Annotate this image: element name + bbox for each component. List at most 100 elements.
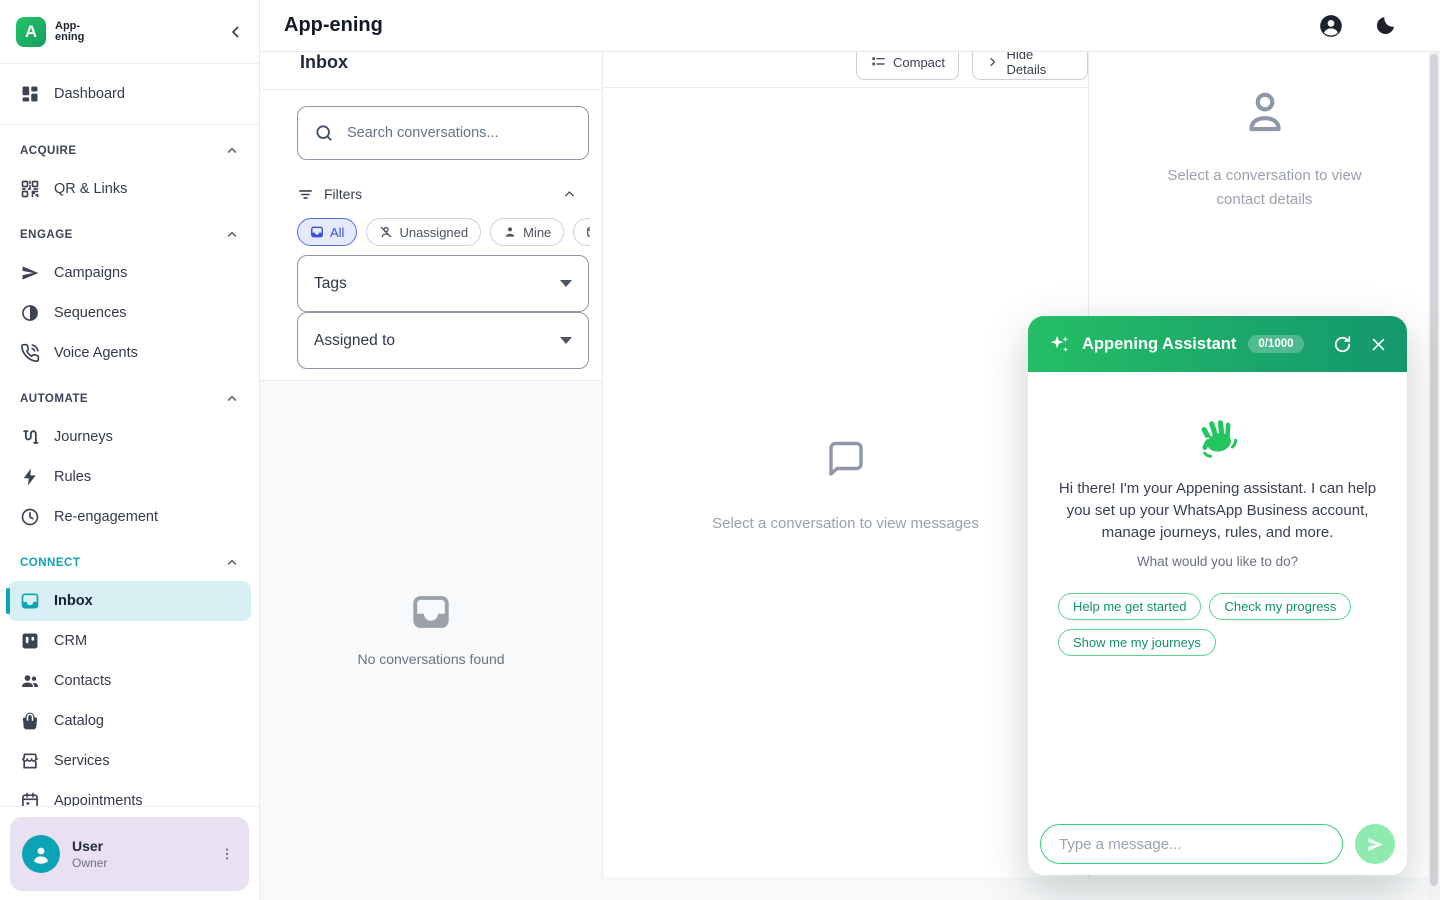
sidebar-item-crm[interactable]: CRM	[8, 621, 251, 661]
suggestion-get-started[interactable]: Help me get started	[1058, 593, 1201, 620]
sidebar-section-automate[interactable]: AUTOMATE	[8, 387, 251, 411]
sidebar-item-contacts[interactable]: Contacts	[8, 661, 251, 701]
sidebar-item-label: Rules	[54, 469, 91, 485]
chat-icon	[310, 225, 324, 239]
assistant-widget: Appening Assistant 0/1000	[1028, 316, 1407, 875]
user-meta: User Owner	[72, 838, 107, 870]
filters-collapse-button[interactable]	[562, 187, 577, 202]
user-card[interactable]: User Owner	[10, 817, 249, 891]
dashboard-icon	[20, 84, 40, 104]
sidebar-item-rules[interactable]: Rules	[8, 457, 251, 497]
chevron-up-icon	[225, 228, 239, 242]
tags-select[interactable]: Tags	[297, 255, 589, 312]
waving-hand-icon	[1028, 412, 1407, 460]
sidebar-item-label: QR & Links	[54, 181, 127, 197]
sidebar-item-qr-links[interactable]: QR & Links	[8, 169, 251, 209]
search-input[interactable]: Search conversations...	[297, 106, 589, 160]
app-logo-text: App- ening	[55, 21, 84, 43]
sidebar-nav: Dashboard ACQUIRE QR & Links ENGAGE Camp…	[0, 64, 259, 806]
messages-empty-state: Select a conversation to view messages	[603, 88, 1088, 877]
sidebar-section-acquire[interactable]: ACQUIRE	[8, 139, 251, 163]
assistant-refresh-button[interactable]	[1333, 335, 1352, 354]
caret-down-icon	[560, 337, 572, 344]
filter-chip-unread[interactable]: Unread	[573, 218, 590, 246]
user-slash-icon	[379, 225, 393, 239]
sidebar-item-campaigns[interactable]: Campaigns	[8, 253, 251, 293]
suggestion-show-journeys[interactable]: Show me my journeys	[1058, 629, 1216, 656]
sidebar-item-label: Re-engagement	[54, 509, 158, 525]
page-scrollbar-track[interactable]	[1428, 52, 1440, 900]
inbox-panel-header: Inbox	[260, 52, 602, 90]
message-bubble-icon	[820, 433, 872, 485]
sidebar-item-label: Contacts	[54, 673, 111, 689]
sidebar-item-label: Services	[54, 753, 110, 769]
compact-button[interactable]: Compact	[856, 52, 959, 80]
bolt-icon	[20, 467, 40, 487]
sidebar-item-services[interactable]: Services	[8, 741, 251, 781]
top-header: App-ening	[260, 0, 1440, 52]
sidebar-collapse-button[interactable]	[227, 23, 245, 41]
sidebar: A App- ening Dashboard ACQUIRE QR & Link…	[0, 0, 260, 900]
sidebar-item-label: Inbox	[54, 593, 93, 609]
assigned-to-select[interactable]: Assigned to	[297, 312, 589, 369]
person-icon	[29, 842, 53, 866]
assistant-title: Appening Assistant	[1082, 335, 1236, 354]
no-conversations-text: No conversations found	[357, 651, 504, 667]
page-scrollbar-thumb[interactable]	[1430, 54, 1438, 886]
sidebar-section-connect[interactable]: CONNECT	[8, 551, 251, 575]
divider	[0, 124, 259, 125]
send-icon	[20, 263, 40, 283]
filter-chips: All Unassigned Mine Unread	[297, 218, 590, 246]
send-button[interactable]	[1355, 824, 1395, 864]
assistant-message-input[interactable]: Type a message...	[1040, 824, 1343, 864]
qr-code-icon	[20, 179, 40, 199]
app-logo-letter: A	[25, 22, 37, 42]
user-icon	[503, 225, 517, 239]
storefront-icon	[20, 751, 40, 771]
phone-icon	[20, 343, 40, 363]
sidebar-section-engage[interactable]: ENGAGE	[8, 223, 251, 247]
sidebar-item-appointments[interactable]: Appointments	[8, 781, 251, 806]
sidebar-item-journeys[interactable]: Journeys	[8, 417, 251, 457]
route-icon	[20, 427, 40, 447]
search-icon	[314, 123, 334, 143]
sidebar-item-sequences[interactable]: Sequences	[8, 293, 251, 333]
refresh-icon	[1333, 335, 1352, 354]
filters-label: Filters	[324, 186, 362, 202]
sidebar-item-voice-agents[interactable]: Voice Agents	[8, 333, 251, 373]
assistant-input-bar: Type a message...	[1028, 824, 1407, 875]
sidebar-item-label: Campaigns	[54, 265, 127, 281]
caret-down-icon	[560, 280, 572, 287]
account-circle-icon	[1318, 13, 1344, 39]
sidebar-item-catalog[interactable]: Catalog	[8, 701, 251, 741]
close-icon	[1370, 336, 1387, 353]
sequence-icon	[20, 303, 40, 323]
kanban-icon	[20, 631, 40, 651]
sidebar-item-dashboard[interactable]: Dashboard	[8, 74, 251, 114]
assistant-input-placeholder: Type a message...	[1059, 836, 1182, 853]
chevron-up-icon	[225, 392, 239, 406]
account-button[interactable]	[1318, 13, 1344, 39]
page-title: App-ening	[284, 14, 383, 37]
inbox-list-panel: Inbox Search conversations... Filters Al…	[260, 52, 603, 877]
filter-chip-unassigned[interactable]: Unassigned	[366, 218, 481, 246]
chevron-up-icon	[225, 556, 239, 570]
inbox-icon	[20, 591, 40, 611]
filter-chip-mine[interactable]: Mine	[490, 218, 564, 246]
assistant-suggestions: Help me get started Check my progress Sh…	[1058, 593, 1377, 656]
sidebar-item-inbox[interactable]: Inbox	[8, 581, 251, 621]
sidebar-item-label: Appointments	[54, 793, 143, 806]
assistant-greeting: Hi there! I'm your Appening assistant. I…	[1054, 478, 1381, 544]
user-menu-button[interactable]	[215, 842, 239, 866]
dark-mode-toggle[interactable]	[1374, 14, 1397, 37]
assistant-close-button[interactable]	[1370, 336, 1387, 353]
assistant-counter-badge: 0/1000	[1248, 335, 1303, 353]
suggestion-check-progress[interactable]: Check my progress	[1209, 593, 1351, 620]
person-outline-icon	[1238, 86, 1292, 140]
sidebar-user-section: User Owner	[0, 806, 259, 900]
assistant-body: Hi there! I'm your Appening assistant. I…	[1028, 412, 1407, 656]
sidebar-item-re-engagement[interactable]: Re-engagement	[8, 497, 251, 537]
filter-chip-all[interactable]: All	[297, 218, 357, 246]
hide-details-button[interactable]: Hide Details	[972, 52, 1088, 80]
inbox-empty-icon	[410, 591, 452, 633]
